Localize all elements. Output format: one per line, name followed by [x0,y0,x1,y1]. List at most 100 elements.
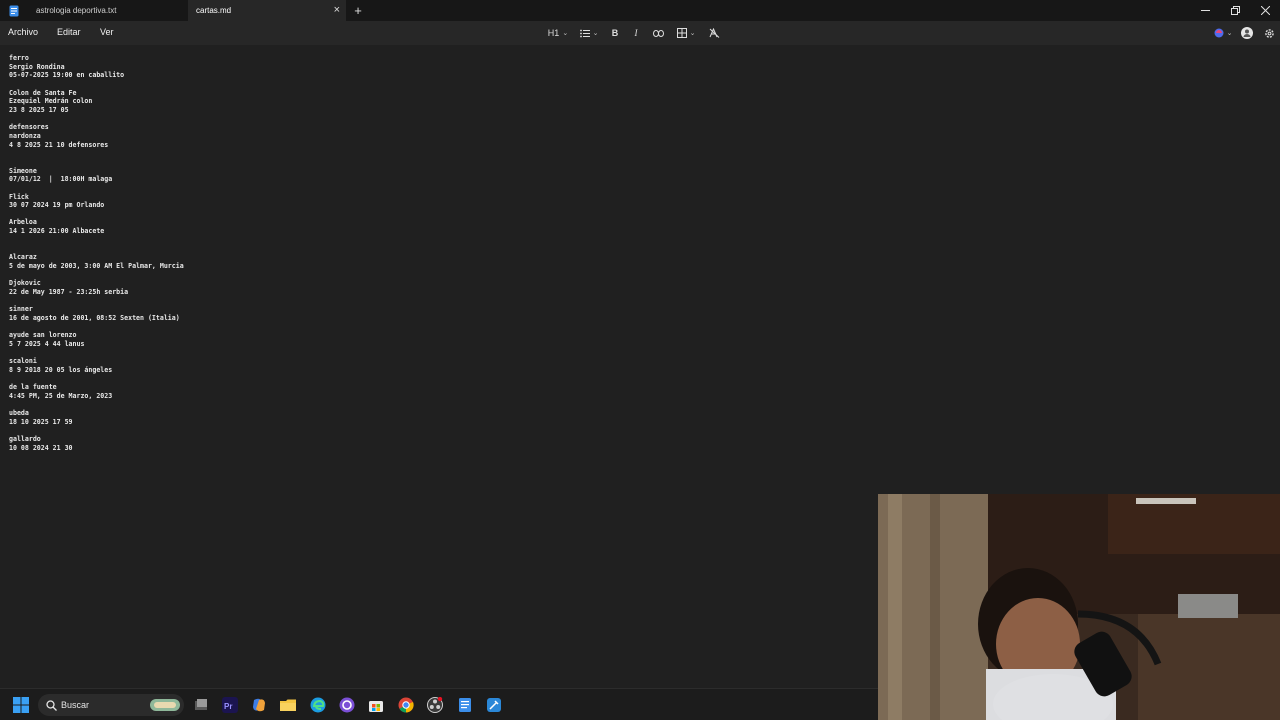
chrome-icon[interactable] [398,697,414,713]
list-dropdown[interactable]: ⌄ [573,24,605,42]
search-label: Buscar [61,700,90,710]
document-line: 8 9 2018 20 05 los ángeles [9,365,113,374]
microsoft-store-icon[interactable] [368,697,384,713]
document-line: ayude san lorenzo [9,331,77,339]
document-line: Ezequiel Medrán colon [9,97,93,106]
task-view-icon[interactable] [193,697,209,713]
document-line: 23 8 2025 17 05 [9,105,69,114]
tab-astrologia-deportiva[interactable]: astrologia deportiva.txt [28,0,188,21]
cortana-icon[interactable] [339,697,355,713]
menu-bar: Archivo Editar Ver H1 ⌄ ⌄ B I ⌄ ⌄ [0,21,1280,45]
notepad-taskbar-icon[interactable] [457,697,473,713]
copilot-icon [1214,28,1224,38]
webcam-overlay [878,494,1280,720]
taskbar-search[interactable]: Buscar [38,694,184,716]
snipping-tool-icon[interactable] [486,697,502,713]
clear-formatting-icon[interactable] [703,24,725,42]
formatting-toolbar: H1 ⌄ ⌄ B I ⌄ [543,24,725,42]
document-line: 14 1 2026 21:00 Albacete [9,227,105,236]
document-line [9,158,184,167]
italic-icon[interactable]: I [625,24,647,42]
document-line: sinner [9,305,33,314]
document-line: 4 8 2025 21 10 defensores [9,140,109,149]
file-explorer-icon[interactable] [280,697,296,713]
document-line [9,400,184,409]
bold-icon[interactable]: B [605,24,625,42]
document-line: ferro [9,54,29,62]
document-line: ubeda [9,408,29,417]
list-icon [579,29,590,37]
document-line [9,184,184,193]
table-icon [676,28,687,38]
copilot-dropdown[interactable]: ⌄ [1210,24,1236,42]
document-line: de la fuente [9,382,57,391]
heading-dropdown[interactable]: H1 ⌄ [543,24,573,42]
tab-label: astrologia deportiva.txt [36,6,117,15]
document-line: defensores [9,123,49,132]
document-line: 05-07-2025 19:00 en caballito [9,71,125,80]
close-tab-icon[interactable]: × [334,3,340,17]
document-line: 4:45 PM, 25 de Marzo, 2023 [9,391,113,400]
restore-icon[interactable] [1220,0,1250,21]
document-line: 30 07 2024 19 pm Orlando [9,201,105,210]
search-icon [46,699,57,711]
document-line: 5 7 2025 4 44 lanus [9,339,85,348]
document-line: Djokovic [9,279,41,288]
taskbar: Buscar Pr [0,688,878,720]
heading-label: H1 [547,28,560,38]
document-line: Sergio Rondina [9,62,65,71]
document-line: scaloni [9,356,37,365]
document-line [9,426,184,435]
document-text: ferro Sergio Rondina 05-07-2025 19:00 en c… [9,54,184,452]
document-line: Arbeloa [9,218,37,227]
windows-start-icon[interactable] [13,697,29,713]
menu-ver[interactable]: Ver [100,27,114,37]
obs-studio-icon[interactable] [427,696,443,713]
document-line: Flick [9,192,29,201]
document-line: nardonza [9,131,41,140]
document-line: Simeone [9,166,37,175]
new-tab-button[interactable]: + [346,0,370,21]
document-line [9,270,184,279]
link-icon[interactable] [647,24,669,42]
document-line [9,322,184,331]
edge-browser-icon[interactable] [310,697,326,713]
tab-cartas[interactable]: cartas.md × [188,0,346,21]
title-bar: astrologia deportiva.txt cartas.md × + [0,0,1280,21]
settings-gear-icon[interactable] [1258,24,1280,42]
chevron-down-icon: ⌄ [592,30,599,37]
document-line: 10 08 2024 21 30 [9,443,73,452]
document-line [9,244,184,253]
document-line: Colon de Santa Fe [9,88,77,97]
svg-text:Pr: Pr [224,702,232,711]
document-line [9,348,184,357]
document-line [9,115,184,124]
table-dropdown[interactable]: ⌄ [669,24,703,42]
chevron-down-icon: ⌄ [1226,30,1233,37]
document-line: Alcaraz [9,253,37,262]
copilot-icon[interactable] [251,697,267,713]
tab-label: cartas.md [196,6,232,15]
menu-editar[interactable]: Editar [57,27,81,37]
menu-archivo[interactable]: Archivo [8,27,38,37]
document-line [9,149,184,158]
close-window-icon[interactable] [1250,0,1280,21]
document-line: 16 de agosto de 2001, 08:52 Sexten (Ital… [9,313,180,322]
document-line: 07/01/12 | 18:00H malaga [9,175,113,184]
document-line [9,236,184,245]
chevron-down-icon: ⌄ [689,30,696,37]
minimize-icon[interactable] [1190,0,1220,21]
notepad-app-icon [0,0,28,21]
document-line [9,374,184,383]
document-line [9,80,184,89]
document-line: gallardo [9,434,41,443]
chevron-down-icon: ⌄ [562,30,569,37]
account-avatar-icon[interactable] [1236,24,1258,42]
search-highlight-icon [150,699,180,711]
document-line: 18 10 2025 17 59 [9,417,73,426]
document-line [9,210,184,219]
document-line: 22 de May 1987 - 23:25h serbia [9,287,129,296]
document-line [9,296,184,305]
premiere-pro-icon[interactable]: Pr [222,697,238,713]
document-line: 5 de mayo de 2003, 3:00 AM El Palmar, Mu… [9,261,184,270]
